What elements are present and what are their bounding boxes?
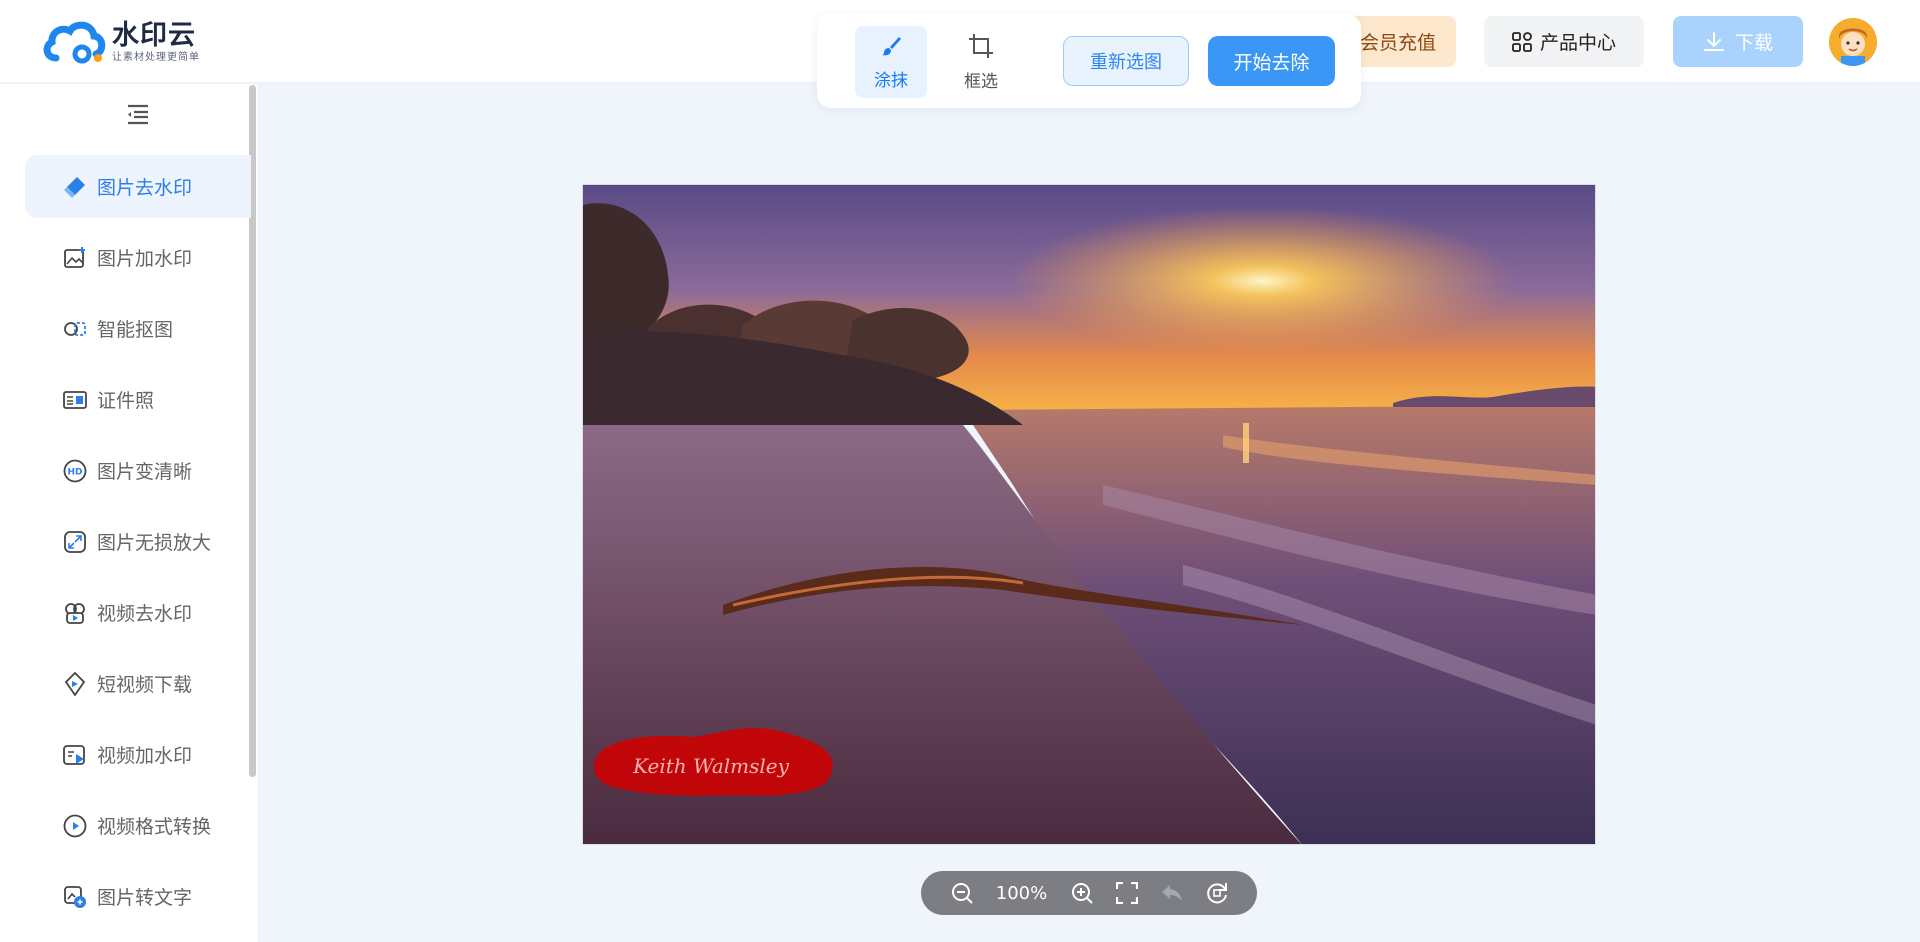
sidebar-item-label: 证件照 (97, 390, 155, 412)
user-avatar[interactable] (1829, 18, 1877, 66)
sidebar-item-label: 图片无损放大 (97, 532, 212, 554)
zoom-level: 100% (995, 882, 1048, 904)
reselect-label: 重新选图 (1090, 52, 1162, 73)
tool-brush-label: 涂抹 (874, 70, 908, 91)
reselect-image-button[interactable]: 重新选图 (1063, 36, 1189, 86)
zoom-in-icon[interactable] (1069, 880, 1095, 906)
reset-icon[interactable] (1204, 880, 1230, 906)
download-button[interactable]: 下载 (1673, 16, 1803, 67)
apps-grid-icon (1512, 31, 1532, 52)
tool-crop-label: 框选 (964, 71, 998, 92)
sidebar-item-label: 图片去水印 (97, 177, 193, 199)
sidebar-item-image-watermark-remove[interactable]: 图片去水印 (25, 155, 251, 218)
image-add-icon (63, 246, 87, 270)
beach-sunset-photo: Keith Walmsley (583, 185, 1595, 844)
sidebar-item-label: 视频格式转换 (97, 816, 212, 838)
start-remove-label: 开始去除 (1233, 51, 1310, 74)
fullscreen-icon[interactable] (1114, 880, 1140, 906)
sidebar-item-id-photo[interactable]: 证件照 (25, 368, 251, 431)
brush-icon (882, 36, 901, 55)
zoom-out-icon[interactable] (949, 880, 975, 906)
sidebar-item-label: 图片转文字 (97, 887, 193, 909)
download-label: 下载 (1734, 32, 1773, 54)
eraser-icon (63, 175, 87, 199)
product-center-label: 产品中心 (1539, 32, 1616, 54)
enlarge-icon (63, 530, 87, 554)
sidebar-item-label: 视频去水印 (97, 603, 193, 625)
tool-brush[interactable]: 涂抹 (855, 26, 927, 98)
hd-icon: HD (63, 459, 87, 483)
sidebar-item-video-format-convert[interactable]: 视频格式转换 (25, 794, 251, 857)
edit-tool-panel: 涂抹 框选 重新选图 开始去除 (817, 14, 1361, 108)
video-convert-icon (63, 814, 87, 838)
watermark-signature: Keith Walmsley (632, 754, 790, 778)
avatar-face-icon (1829, 18, 1877, 66)
sidebar-item-short-video-download[interactable]: 短视频下载 (25, 652, 251, 715)
download-icon (1703, 31, 1724, 51)
video-download-icon (63, 671, 87, 696)
sidebar-item-image-watermark-add[interactable]: 图片加水印 (25, 226, 251, 289)
crop-icon (969, 33, 993, 58)
video-add-icon (63, 743, 87, 767)
sidebar-item-smart-cutout[interactable]: 智能抠图 (25, 297, 251, 360)
sidebar-item-label: 图片变清晰 (97, 461, 193, 483)
vip-label: 会员充值 (1359, 32, 1436, 54)
sidebar-item-video-watermark-remove[interactable]: 视频去水印 (25, 581, 251, 644)
logo[interactable]: 水印云 让素材处理更简单 (42, 18, 200, 66)
sidebar-item-image-to-text[interactable]: 图片转文字 (25, 865, 251, 928)
logo-slogan: 让素材处理更简单 (112, 51, 200, 63)
zoom-toolbar: 100% (921, 871, 1257, 915)
sidebar-item-label: 智能抠图 (97, 319, 174, 341)
start-remove-button[interactable]: 开始去除 (1208, 36, 1335, 86)
cloud-logo-icon (43, 21, 106, 64)
undo-icon (1159, 880, 1185, 906)
sidebar-item-label: 视频加水印 (97, 745, 193, 767)
product-center-button[interactable]: 产品中心 (1484, 16, 1644, 67)
sidebar-item-label: 图片加水印 (97, 248, 193, 270)
logo-name: 水印云 (112, 19, 196, 51)
collapse-menu-icon[interactable] (126, 102, 150, 126)
id-card-icon (63, 388, 87, 412)
sidebar-item-label: 短视频下载 (97, 674, 193, 696)
svg-text:HD: HD (67, 467, 82, 477)
ocr-icon (63, 885, 87, 909)
cutout-icon (63, 317, 87, 341)
tool-crop[interactable]: 框选 (945, 26, 1017, 98)
video-eraser-icon (63, 601, 87, 625)
sidebar-menu: 图片去水印 图片加水印 智能抠图 证件照 HD 图片变清晰 图片无损放大 视频去… (25, 155, 251, 936)
sidebar-item-image-enlarge[interactable]: 图片无损放大 (25, 510, 251, 573)
sidebar-item-image-enhance[interactable]: HD 图片变清晰 (25, 439, 251, 502)
image-canvas[interactable]: Keith Walmsley (582, 184, 1596, 845)
sidebar-item-video-watermark-add[interactable]: 视频加水印 (25, 723, 251, 786)
